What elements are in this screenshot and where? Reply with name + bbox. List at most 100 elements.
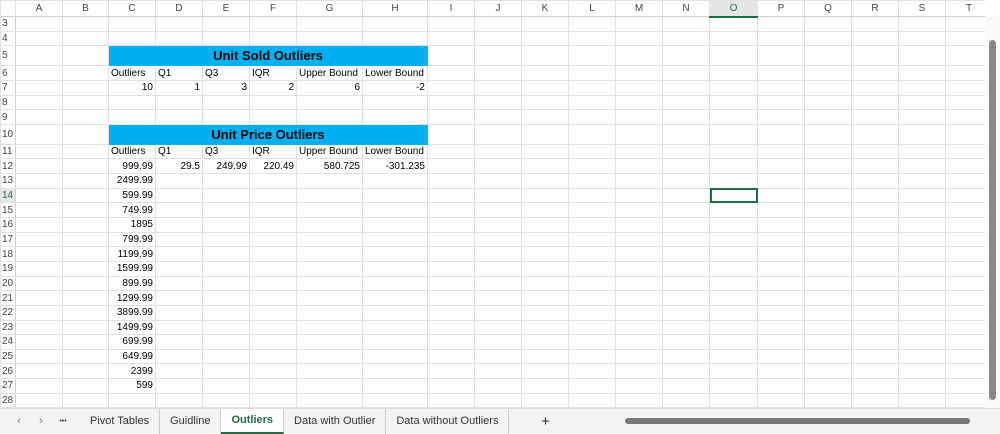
cell-P3[interactable] [757, 16, 805, 32]
cell-B7[interactable] [62, 79, 109, 96]
cell-L22[interactable] [568, 304, 616, 321]
cell-K3[interactable] [521, 16, 569, 32]
column-header-K[interactable]: K [521, 0, 569, 17]
cell-T15[interactable] [945, 202, 985, 219]
cell-A9[interactable] [15, 109, 63, 125]
cell-S7[interactable] [898, 79, 946, 96]
cell-J22[interactable] [474, 304, 522, 321]
cell-B17[interactable] [62, 231, 109, 248]
cell-K28[interactable] [521, 392, 569, 408]
cell-Q17[interactable] [804, 231, 852, 248]
cell-L20[interactable] [568, 275, 616, 292]
cell-R11[interactable] [851, 143, 899, 160]
cell-F23[interactable] [249, 319, 297, 336]
cell-O17[interactable] [709, 231, 758, 248]
select-all-corner[interactable] [0, 0, 16, 17]
cell-O5[interactable] [709, 45, 758, 67]
cell-J26[interactable] [474, 363, 522, 380]
row-header-27[interactable]: 27 [0, 378, 16, 394]
cell-G13[interactable] [296, 173, 363, 189]
horizontal-scrollbar[interactable] [615, 416, 985, 426]
cell-K25[interactable] [521, 348, 569, 365]
column-header-T[interactable]: T [945, 0, 985, 17]
cell-P26[interactable] [757, 363, 805, 380]
cell-B22[interactable] [62, 304, 109, 321]
cell-O21[interactable] [709, 290, 758, 306]
column-header-J[interactable]: J [474, 0, 522, 17]
cell-O26[interactable] [709, 363, 758, 380]
cell-T13[interactable] [945, 173, 985, 189]
cell-P18[interactable] [757, 246, 805, 262]
cell-T17[interactable] [945, 231, 985, 248]
cell-H23[interactable] [362, 319, 428, 336]
cell-T25[interactable] [945, 348, 985, 365]
cell-P4[interactable] [757, 30, 805, 47]
cell-G9[interactable] [296, 109, 363, 125]
row-header-15[interactable]: 15 [0, 202, 16, 219]
cell-S23[interactable] [898, 319, 946, 336]
sheet-tab-data-with-outlier[interactable]: Data with Outlier [284, 408, 387, 434]
unit-price-outliers-title[interactable]: Unit Price Outliers [108, 123, 428, 145]
cell-P9[interactable] [757, 109, 805, 125]
row-header-17[interactable]: 17 [0, 231, 16, 248]
cell-F7[interactable]: 2 [249, 79, 297, 96]
cell-I15[interactable] [427, 202, 475, 219]
cell-N19[interactable] [662, 260, 710, 277]
cell-T23[interactable] [945, 319, 985, 336]
cell-F9[interactable] [249, 109, 297, 125]
row-header-18[interactable]: 18 [0, 246, 16, 262]
cell-C25[interactable]: 649.99 [108, 348, 156, 365]
cell-I11[interactable] [427, 143, 475, 160]
cell-K12[interactable] [521, 158, 569, 175]
cell-G26[interactable] [296, 363, 363, 380]
cell-M3[interactable] [615, 16, 663, 32]
cell-B14[interactable] [62, 187, 109, 204]
row-header-25[interactable]: 25 [0, 348, 16, 365]
cell-A27[interactable] [15, 378, 63, 394]
cell-F15[interactable] [249, 202, 297, 219]
cell-I5[interactable] [427, 45, 475, 67]
cell-M8[interactable] [615, 94, 663, 111]
vertical-scrollbar[interactable] [985, 16, 1000, 408]
cell-T26[interactable] [945, 363, 985, 380]
cell-O27[interactable] [709, 378, 758, 394]
cell-P24[interactable] [757, 334, 805, 350]
row-header-21[interactable]: 21 [0, 290, 16, 306]
cell-K14[interactable] [521, 187, 569, 204]
cell-G8[interactable] [296, 94, 363, 111]
cell-L13[interactable] [568, 173, 616, 189]
cell-P6[interactable] [757, 65, 805, 81]
cell-J4[interactable] [474, 30, 522, 47]
cell-A25[interactable] [15, 348, 63, 365]
cell-H27[interactable] [362, 378, 428, 394]
cell-L26[interactable] [568, 363, 616, 380]
cell-L24[interactable] [568, 334, 616, 350]
cell-K20[interactable] [521, 275, 569, 292]
cell-J5[interactable] [474, 45, 522, 67]
cell-F19[interactable] [249, 260, 297, 277]
cell-F6[interactable]: IQR [249, 65, 297, 81]
cell-T18[interactable] [945, 246, 985, 262]
cell-E8[interactable] [202, 94, 250, 111]
cell-I26[interactable] [427, 363, 475, 380]
cell-D20[interactable] [155, 275, 203, 292]
cell-G7[interactable]: 6 [296, 79, 363, 96]
cell-F13[interactable] [249, 173, 297, 189]
cell-S10[interactable] [898, 123, 946, 145]
cell-H13[interactable] [362, 173, 428, 189]
cell-H16[interactable] [362, 217, 428, 233]
cell-G12[interactable]: 580.725 [296, 158, 363, 175]
cell-I9[interactable] [427, 109, 475, 125]
cell-M26[interactable] [615, 363, 663, 380]
cell-E14[interactable] [202, 187, 250, 204]
cell-J7[interactable] [474, 79, 522, 96]
row-header-23[interactable]: 23 [0, 319, 16, 336]
cell-D21[interactable] [155, 290, 203, 306]
cell-F12[interactable]: 220.49 [249, 158, 297, 175]
column-header-O[interactable]: O [709, 0, 758, 18]
cell-H3[interactable] [362, 16, 428, 32]
cell-Q9[interactable] [804, 109, 852, 125]
cell-J28[interactable] [474, 392, 522, 408]
cell-J21[interactable] [474, 290, 522, 306]
cell-S28[interactable] [898, 392, 946, 408]
